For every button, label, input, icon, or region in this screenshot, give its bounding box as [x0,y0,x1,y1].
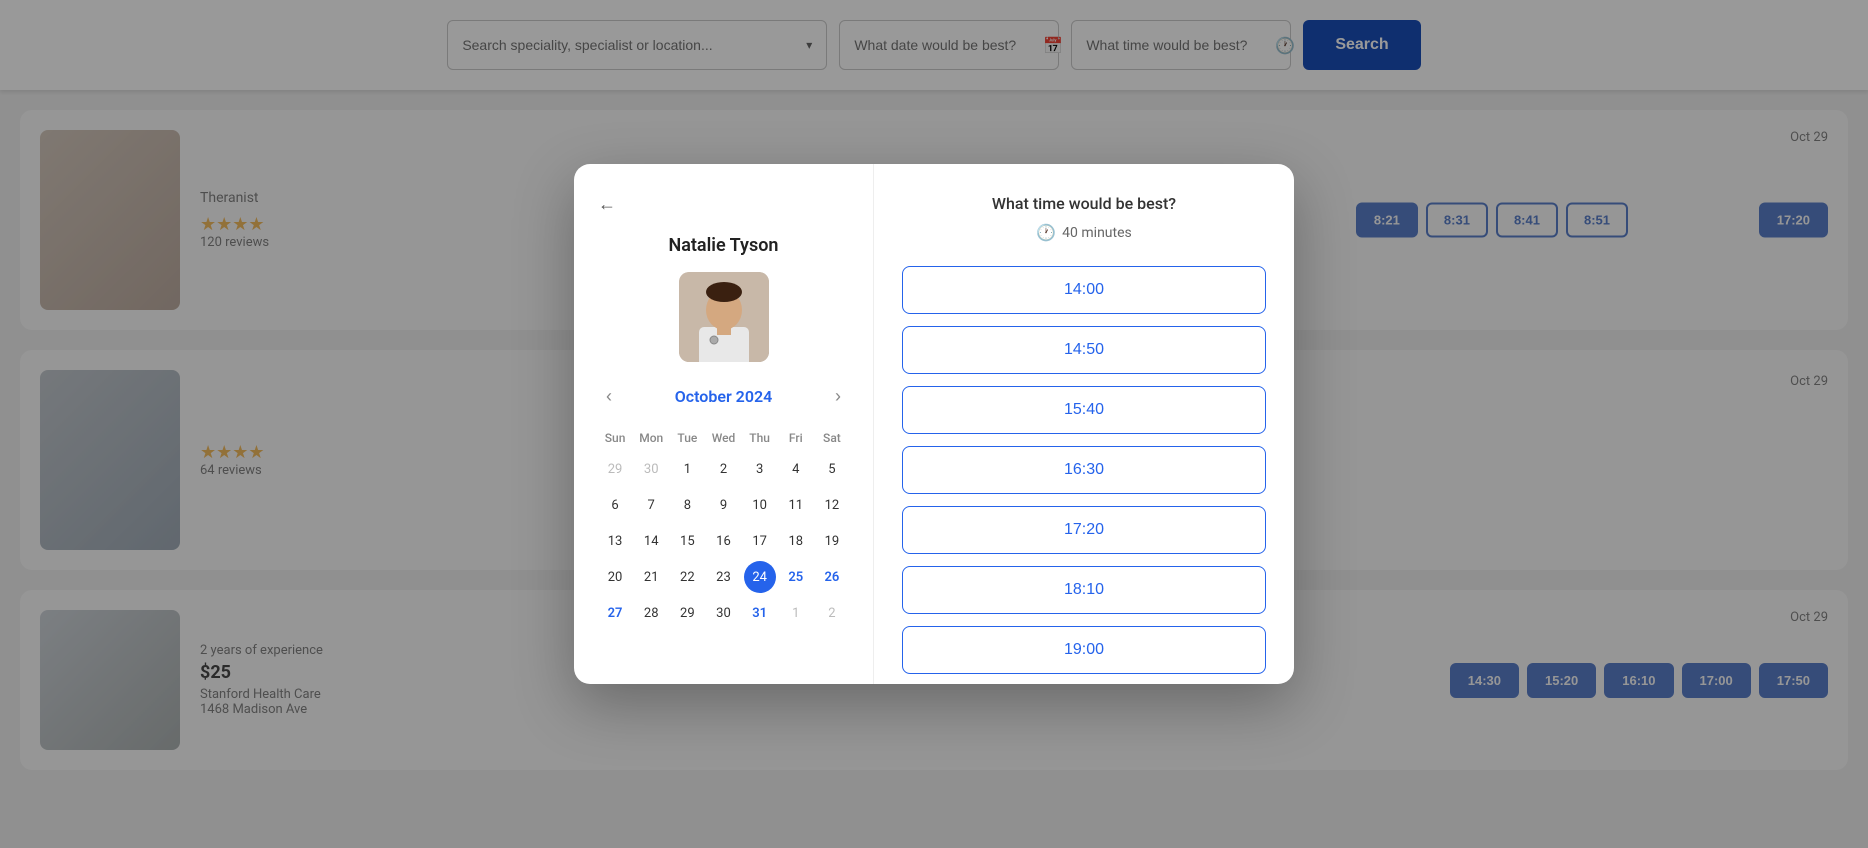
doctor-name: Natalie Tyson [598,235,849,256]
cal-day[interactable]: 19 [816,525,848,557]
day-sun: Sun [598,427,632,449]
cal-day[interactable]: 12 [816,489,848,521]
time-question: What time would be best? [902,194,1266,213]
cal-day[interactable]: 21 [635,561,667,593]
prev-month-button[interactable]: ‹ [598,382,620,411]
cal-day-selected[interactable]: 24 [744,561,776,593]
cal-day[interactable]: 27 [599,597,631,629]
cal-day[interactable]: 9 [707,489,739,521]
cal-day[interactable]: 1 [780,597,812,629]
cal-day[interactable]: 18 [780,525,812,557]
cal-day[interactable]: 29 [599,453,631,485]
day-headers: Sun Mon Tue Wed Thu Fri Sat [598,427,849,449]
cal-day[interactable]: 14 [635,525,667,557]
time-slot-1540[interactable]: 15:40 [902,386,1266,434]
cal-day[interactable]: 25 [780,561,812,593]
cal-day[interactable]: 31 [744,597,776,629]
back-button[interactable]: ← [598,194,616,215]
cal-day[interactable]: 20 [599,561,631,593]
time-panel: What time would be best? 🕐 40 minutes 14… [874,164,1294,684]
week-2: 6 7 8 9 10 11 12 [598,489,849,521]
time-slot-1630[interactable]: 16:30 [902,446,1266,494]
cal-day[interactable]: 10 [744,489,776,521]
cal-day[interactable]: 11 [780,489,812,521]
time-slot-1720[interactable]: 17:20 [902,506,1266,554]
cal-day[interactable]: 13 [599,525,631,557]
duration-info: 🕐 40 minutes [902,223,1266,242]
day-tue: Tue [670,427,704,449]
modal-overlay: ← Natalie Tyson [0,0,1868,848]
calendar-grid: Sun Mon Tue Wed Thu Fri Sat 29 30 1 2 [598,427,849,629]
time-slot-1400[interactable]: 14:00 [902,266,1266,314]
background-page: ▾ 📅 🕐 Search Theranist ★★★★ 120 reviews … [0,0,1868,848]
next-month-button[interactable]: › [827,382,849,411]
week-5: 27 28 29 30 31 1 2 [598,597,849,629]
cal-day[interactable]: 28 [635,597,667,629]
avatar-svg [679,272,769,362]
booking-modal: ← Natalie Tyson [574,164,1294,684]
cal-day[interactable]: 6 [599,489,631,521]
cal-day[interactable]: 29 [671,597,703,629]
time-slot-1900[interactable]: 19:00 [902,626,1266,674]
cal-day[interactable]: 1 [671,453,703,485]
cal-day[interactable]: 5 [816,453,848,485]
calendar-panel: ← Natalie Tyson [574,164,874,684]
day-fri: Fri [779,427,813,449]
cal-day[interactable]: 2 [816,597,848,629]
doctor-avatar [679,272,769,362]
cal-day[interactable]: 15 [671,525,703,557]
cal-day[interactable]: 8 [671,489,703,521]
calendar-header: ‹ October 2024 › [598,382,849,411]
week-4: 20 21 22 23 24 25 26 [598,561,849,593]
cal-day[interactable]: 2 [707,453,739,485]
time-slot-1450[interactable]: 14:50 [902,326,1266,374]
cal-day[interactable]: 17 [744,525,776,557]
day-thu: Thu [743,427,777,449]
calendar-month-label: October 2024 [675,387,773,406]
cal-day[interactable]: 22 [671,561,703,593]
week-1: 29 30 1 2 3 4 5 [598,453,849,485]
cal-day[interactable]: 26 [816,561,848,593]
cal-day[interactable]: 23 [707,561,739,593]
cal-day[interactable]: 30 [707,597,739,629]
cal-day[interactable]: 3 [744,453,776,485]
cal-day[interactable]: 30 [635,453,667,485]
cal-day[interactable]: 16 [707,525,739,557]
duration-clock-icon: 🕐 [1036,223,1056,242]
day-sat: Sat [815,427,849,449]
day-wed: Wed [706,427,740,449]
week-3: 13 14 15 16 17 18 19 [598,525,849,557]
duration-label: 40 minutes [1062,225,1132,241]
cal-day[interactable]: 4 [780,453,812,485]
cal-day[interactable]: 7 [635,489,667,521]
time-slot-1810[interactable]: 18:10 [902,566,1266,614]
day-mon: Mon [634,427,668,449]
